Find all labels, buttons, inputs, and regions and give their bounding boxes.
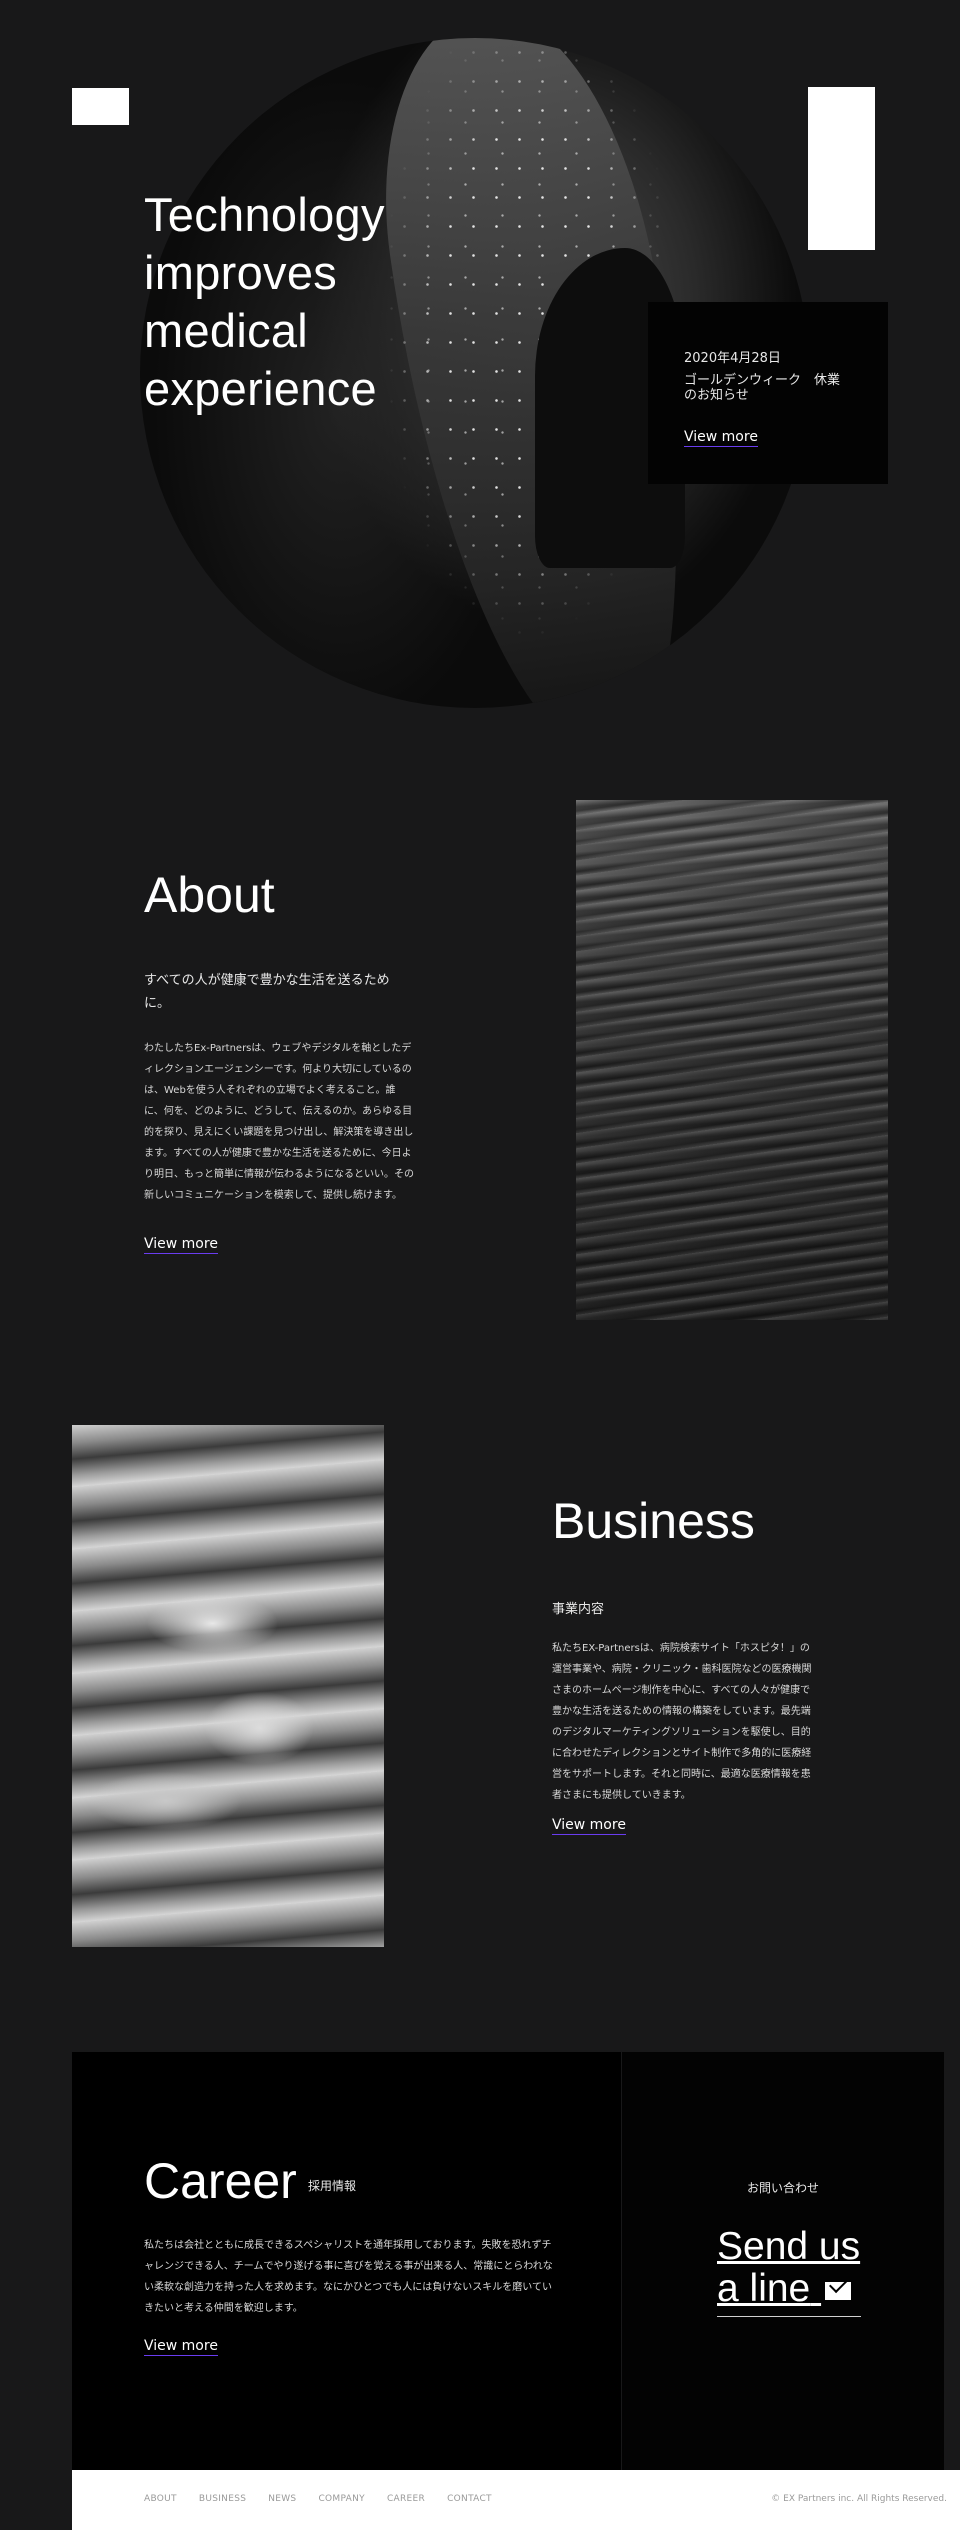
copyright: © EX Partners inc. All Rights Reserved. [771, 2494, 947, 2504]
footer-link-news[interactable]: NEWS [268, 2494, 296, 2504]
about-ocean-image [576, 800, 888, 1320]
menu-button[interactable] [808, 87, 875, 250]
career-body: 私たちは会社とともに成長できるスペシャリストを通年採用しております。失敗を恐れず… [144, 2240, 553, 2314]
news-date: 2020年4月28日 [684, 351, 781, 366]
contact-cta-line1: Send us [717, 2225, 861, 2268]
footer-link-about[interactable]: ABOUT [144, 2494, 177, 2504]
about-lead: すべての人が健康で豊かな生活を送るために。 [144, 973, 390, 1011]
news-view-more-link[interactable]: View more [684, 429, 758, 447]
career-subtitle: 採用情報 [308, 2179, 357, 2193]
contact-send-button[interactable]: Send us a line [717, 2226, 861, 2317]
footer-link-business[interactable]: BUSINESS [199, 2494, 246, 2504]
contact-cta-line2: a line [717, 2267, 811, 2310]
business-title: Business [552, 1493, 755, 1549]
about-body: わたしたちEx-Partnersは、ウェブやデジタルを軸としたディレクションエー… [144, 1043, 414, 1201]
footer-link-company[interactable]: COMPANY [318, 2494, 364, 2504]
logo[interactable] [72, 88, 129, 125]
mail-icon [825, 2281, 852, 2300]
footer-nav: ABOUT BUSINESS NEWS COMPANY CAREER CONTA… [144, 2494, 492, 2504]
business-body: 私たちEX-Partnersは、病院検索サイト「ホスピタ！」の運営事業や、病院・… [552, 1643, 812, 1801]
business-view-more-link[interactable]: View more [552, 1817, 626, 1835]
career-view-more-link[interactable]: View more [144, 2338, 218, 2356]
contact-label: お問い合わせ [747, 2181, 820, 2195]
footer-link-career[interactable]: CAREER [387, 2494, 425, 2504]
about-title: About [144, 867, 275, 923]
about-view-more-link[interactable]: View more [144, 1236, 218, 1254]
career-title: Career [144, 2153, 297, 2209]
footer-link-contact[interactable]: CONTACT [447, 2494, 492, 2504]
news-title: ゴールデンウィーク 休業のお知らせ [684, 373, 841, 403]
footer: ABOUT BUSINESS NEWS COMPANY CAREER CONTA… [72, 2470, 960, 2530]
hero-title: Technology improves medical experience [144, 188, 385, 415]
news-card: 2020年4月28日 ゴールデンウィーク 休業のお知らせ View more [648, 302, 888, 484]
business-lead: 事業内容 [552, 1602, 605, 1617]
business-water-image [72, 1425, 384, 1947]
